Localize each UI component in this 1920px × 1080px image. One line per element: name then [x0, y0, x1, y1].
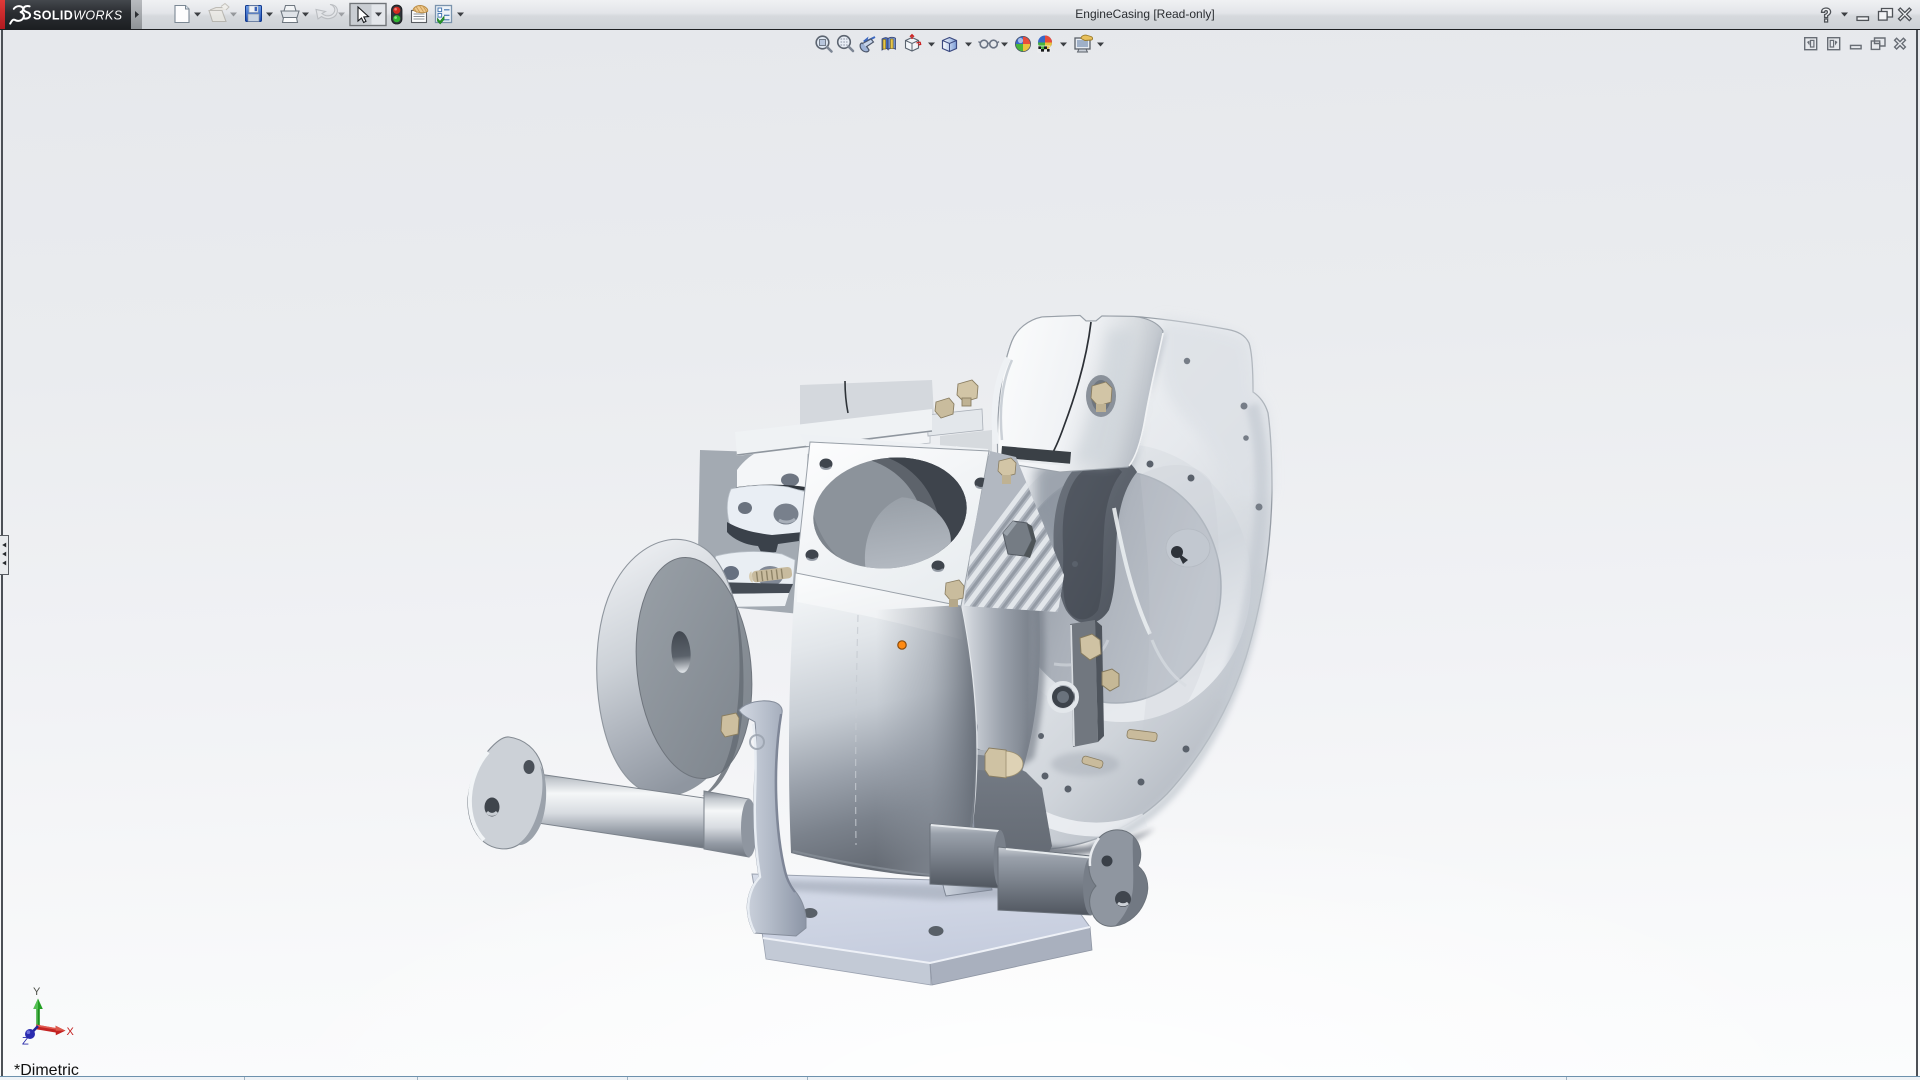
svg-text:Y: Y	[33, 986, 41, 998]
svg-text:Z: Z	[22, 1036, 29, 1048]
svg-text:X: X	[67, 1026, 75, 1038]
